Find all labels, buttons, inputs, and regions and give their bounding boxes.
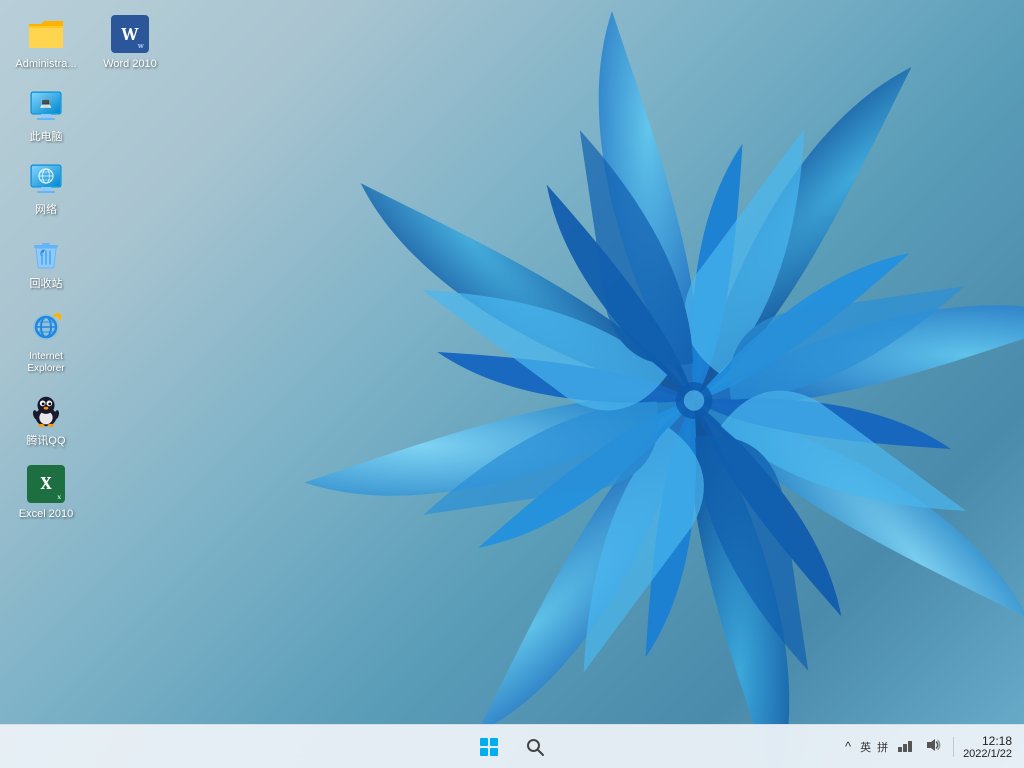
icon-row-top: Administra... W w Word 2010	[10, 10, 166, 75]
notification-chevron[interactable]: ^	[842, 737, 854, 756]
taskbar-center	[469, 727, 555, 767]
word-2010-icon[interactable]: W w Word 2010	[94, 10, 166, 75]
this-pc-label: 此电脑	[30, 131, 63, 144]
network-tray-icon[interactable]	[894, 735, 916, 758]
network-icon[interactable]: 网络	[10, 156, 82, 221]
qq-label: 腾讯QQ	[26, 435, 65, 448]
internet-explorer-icon[interactable]: Internet Explorer	[10, 303, 82, 379]
excel-2010-label: Excel 2010	[19, 508, 73, 521]
excel-2010-icon[interactable]: X x Excel 2010	[10, 460, 82, 525]
wallpaper-flower	[284, 0, 1024, 768]
ie-image	[26, 307, 66, 347]
taskbar-right: ^ 英 拼	[824, 734, 1024, 760]
ie-label: Internet Explorer	[14, 351, 78, 375]
start-button[interactable]	[469, 727, 509, 767]
desktop: Administra... W w Word 2010	[0, 0, 1024, 768]
network-image	[26, 160, 66, 200]
recycle-bin-icon[interactable]: 回收站	[10, 230, 82, 295]
administrator-folder-label: Administra...	[15, 58, 76, 71]
svg-text:💻: 💻	[40, 98, 53, 109]
administrator-folder-icon[interactable]: Administra...	[10, 10, 82, 75]
desktop-icons: Administra... W w Word 2010	[10, 10, 166, 525]
tencent-qq-icon[interactable]: 腾讯QQ	[10, 387, 82, 452]
this-pc-image: 💻	[26, 87, 66, 127]
clock-time: 12:18	[963, 734, 1012, 748]
qq-image	[26, 391, 66, 431]
volume-tray-icon[interactable]	[922, 735, 944, 758]
word-image: W w	[110, 14, 150, 54]
recycle-bin-image	[26, 234, 66, 274]
this-pc-icon[interactable]: 💻 此电脑	[10, 83, 82, 148]
taskbar: ^ 英 拼	[0, 724, 1024, 768]
clock-date: 2022/1/22	[963, 748, 1012, 760]
lang-en[interactable]: 英	[860, 739, 871, 755]
system-clock[interactable]: 12:18 2022/1/22	[963, 734, 1012, 760]
network-label: 网络	[35, 204, 57, 217]
tray-separator	[953, 737, 954, 757]
search-button[interactable]	[515, 727, 555, 767]
lang-cn[interactable]: 拼	[877, 739, 888, 755]
excel-image: X x	[26, 464, 66, 504]
word-2010-label: Word 2010	[103, 58, 157, 71]
folder-image	[26, 14, 66, 54]
recycle-bin-label: 回收站	[30, 278, 63, 291]
